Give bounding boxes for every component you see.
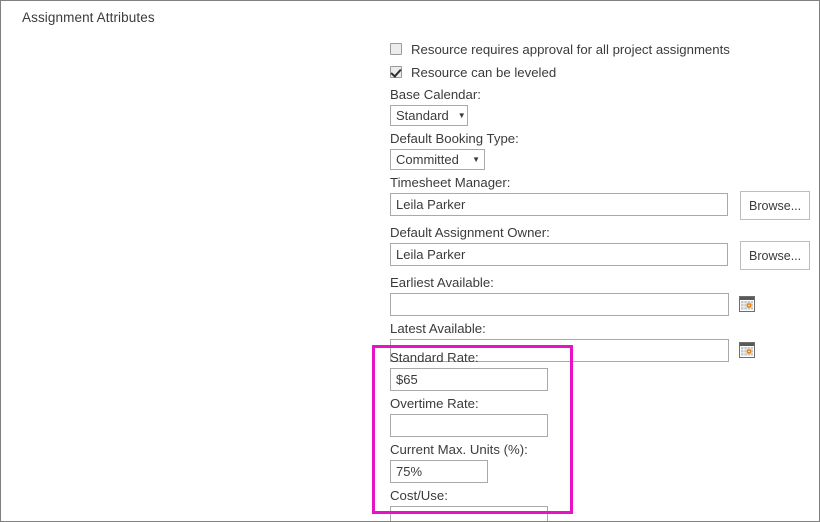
label-cost-per-use: Cost/Use: <box>390 487 590 504</box>
current-max-units-input[interactable] <box>390 460 488 483</box>
overtime-rate-input[interactable] <box>390 414 548 437</box>
standard-rate-input[interactable] <box>390 368 548 391</box>
page-title: Assignment Attributes <box>22 10 155 25</box>
checkbox-label-requires-approval: Resource requires approval for all proje… <box>411 42 730 57</box>
dropdown-base-calendar-value: Standard <box>396 108 449 123</box>
dropdown-default-booking-type-value: Committed <box>396 152 459 167</box>
row-earliest-available <box>390 291 810 316</box>
earliest-available-input[interactable] <box>390 293 729 316</box>
dropdown-base-calendar[interactable]: Standard ▼ <box>390 105 468 126</box>
calendar-icon[interactable] <box>739 296 755 312</box>
label-standard-rate: Standard Rate: <box>390 349 590 366</box>
label-timesheet-manager: Timesheet Manager: <box>390 174 810 191</box>
checkbox-requires-approval[interactable] <box>390 43 402 55</box>
checkbox-can-be-leveled[interactable] <box>390 66 402 78</box>
field-group-timesheet-manager: Timesheet Manager: Browse... <box>390 174 810 220</box>
chevron-down-icon: ▼ <box>472 156 480 164</box>
field-group-default-booking-type: Default Booking Type: Committed ▼ <box>390 130 810 170</box>
assignment-attributes-page: Assignment Attributes Resource requires … <box>0 0 820 522</box>
field-group-cost-per-use: Cost/Use: <box>390 487 590 522</box>
rates-group: Standard Rate: Overtime Rate: Current Ma… <box>390 345 590 522</box>
label-current-max-units: Current Max. Units (%): <box>390 441 590 458</box>
field-group-overtime-rate: Overtime Rate: <box>390 395 590 437</box>
row-default-assignment-owner: Browse... <box>390 241 810 270</box>
label-base-calendar: Base Calendar: <box>390 86 810 103</box>
field-group-earliest-available: Earliest Available: <box>390 274 810 316</box>
cost-per-use-input[interactable] <box>390 506 548 522</box>
label-earliest-available: Earliest Available: <box>390 274 810 291</box>
label-default-assignment-owner: Default Assignment Owner: <box>390 224 810 241</box>
chevron-down-icon: ▼ <box>458 112 466 120</box>
calendar-icon[interactable] <box>739 342 755 358</box>
timesheet-manager-input[interactable] <box>390 193 728 216</box>
field-group-base-calendar: Base Calendar: Standard ▼ <box>390 86 810 126</box>
browse-timesheet-manager-button[interactable]: Browse... <box>740 191 810 220</box>
dropdown-default-booking-type[interactable]: Committed ▼ <box>390 149 485 170</box>
field-group-current-max-units: Current Max. Units (%): <box>390 441 590 483</box>
label-default-booking-type: Default Booking Type: <box>390 130 810 147</box>
browse-default-assignment-owner-button[interactable]: Browse... <box>740 241 810 270</box>
form-column: Resource requires approval for all proje… <box>390 39 810 362</box>
default-assignment-owner-input[interactable] <box>390 243 728 266</box>
checkbox-label-can-be-leveled: Resource can be leveled <box>411 65 556 80</box>
label-latest-available: Latest Available: <box>390 320 810 337</box>
row-timesheet-manager: Browse... <box>390 191 810 220</box>
field-group-default-assignment-owner: Default Assignment Owner: Browse... <box>390 224 810 270</box>
field-group-standard-rate: Standard Rate: <box>390 349 590 391</box>
checkbox-row-requires-approval[interactable]: Resource requires approval for all proje… <box>390 39 810 59</box>
label-overtime-rate: Overtime Rate: <box>390 395 590 412</box>
checkbox-row-can-be-leveled[interactable]: Resource can be leveled <box>390 62 810 82</box>
